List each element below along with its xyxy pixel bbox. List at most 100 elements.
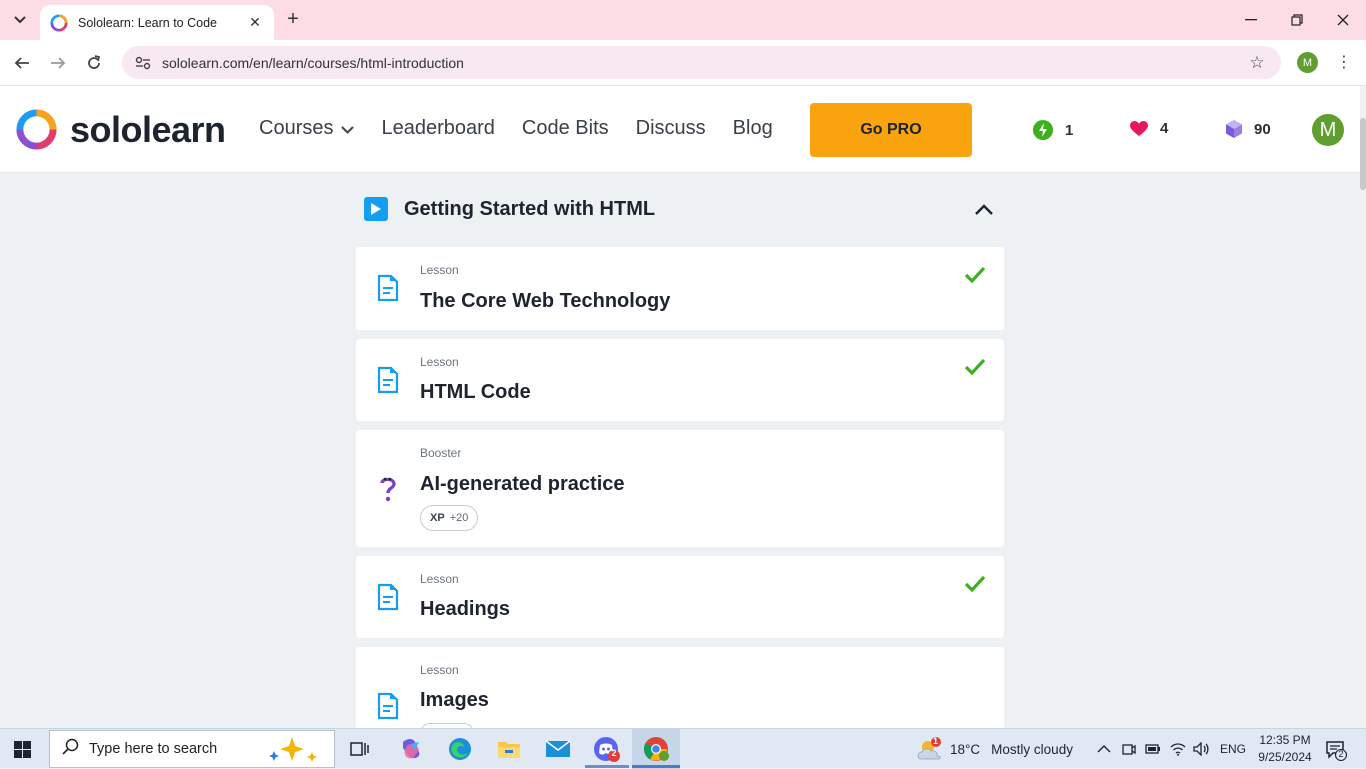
xp-badge: XP +20 [420,505,479,531]
new-tab-button[interactable]: + [282,8,304,30]
wifi-icon[interactable] [1170,729,1186,769]
page-scrollbar[interactable] [1360,86,1366,728]
main-nav: Courses Leaderboard Code Bits Discuss Bl… [259,117,800,140]
tab-title: Sololearn: Learn to Code [78,15,217,30]
weather-widget[interactable]: 1 18°C Mostly cloudy [916,729,1073,769]
lesson-icon [377,583,399,611]
back-button[interactable] [10,51,34,75]
xp-label: XP [430,512,445,524]
browser-menu-icon[interactable]: ⋮ [1334,51,1354,75]
discord-badge: 2 [611,748,617,758]
close-window-button[interactable] [1320,0,1366,40]
show-hidden-icons[interactable] [1097,729,1111,769]
discord-icon[interactable]: 2 [593,735,621,763]
check-icon [964,266,986,284]
nav-blog[interactable]: Blog [733,117,773,140]
play-icon [364,197,388,221]
taskbar-search[interactable]: Type here to search [49,730,335,768]
hearts-count: 4 [1160,120,1169,137]
xp-value: +20 [449,512,469,524]
reload-button[interactable] [82,51,106,75]
weather-cloud-icon [917,737,941,760]
bookmark-star-icon[interactable]: ☆ [1245,53,1269,73]
card-title: The Core Web Technology [420,290,671,312]
nav-leaderboard[interactable]: Leaderboard [381,117,494,140]
taskbar-clock[interactable]: 12:35 PM 9/25/2024 [1255,732,1315,766]
weather-desc: Mostly cloudy [991,741,1073,757]
nav-code-bits[interactable]: Code Bits [522,117,609,140]
lesson-card[interactable]: Lesson Images [356,647,1004,733]
browser-tab-active[interactable]: Sololearn: Learn to Code ✕ [40,5,274,40]
go-pro-button[interactable]: Go PRO [810,103,972,157]
chrome-icon[interactable] [642,735,670,763]
module-header[interactable]: Getting Started with HTML [356,186,1004,232]
mail-icon[interactable] [544,735,572,763]
booster-card[interactable]: Booster AI-generated practice XP +20 [356,430,1004,547]
input-language[interactable]: ENG [1220,729,1246,769]
gems-counter[interactable]: 90 [1226,120,1271,138]
lesson-icon [377,366,399,394]
notification-center-icon[interactable]: 2 [1325,739,1348,762]
notification-count: 2 [1338,749,1344,759]
site-settings-icon[interactable] [134,54,152,72]
windows-start-icon[interactable] [14,741,31,758]
module-title: Getting Started with HTML [404,197,656,220]
user-avatar[interactable]: M [1312,114,1344,146]
minimize-button[interactable] [1228,0,1274,40]
check-icon [964,358,986,376]
card-kind: Booster [420,446,462,460]
browser-tabstrip: Sololearn: Learn to Code ✕ + [0,0,1366,40]
card-kind: Lesson [420,355,459,369]
lesson-card[interactable]: Lesson Headings [356,556,1004,638]
tab-search-button[interactable] [6,6,34,34]
question-icon [380,477,396,502]
scrollbar-thumb[interactable] [1360,118,1366,190]
battery-icon[interactable] [1145,729,1161,769]
meet-now-icon[interactable] [1122,729,1136,769]
streak-counter[interactable]: 1 [1033,120,1073,140]
card-title: AI-generated practice [420,473,625,495]
card-title: HTML Code [420,381,531,403]
sololearn-favicon [50,13,68,32]
copilot-sparkle-icon [269,737,317,762]
lesson-icon [377,692,399,720]
logo-text: sololearn [70,108,226,150]
volume-icon[interactable] [1193,729,1209,769]
search-placeholder: Type here to search [89,741,218,757]
heart-icon [1130,120,1148,136]
gem-icon [1226,120,1242,138]
search-icon [62,738,79,760]
streak-count: 1 [1065,121,1074,139]
address-bar[interactable]: sololearn.com/en/learn/courses/html-intr… [122,46,1281,79]
lesson-card[interactable]: Lesson The Core Web Technology [356,247,1004,330]
chevron-down-icon [341,121,355,137]
card-title: Headings [420,598,511,620]
lesson-card[interactable]: Lesson HTML Code [356,339,1004,421]
clock-time: 12:35 PM [1259,733,1311,747]
tab-close-icon[interactable]: ✕ [246,14,264,31]
nav-discuss[interactable]: Discuss [636,117,706,140]
edge-browser-icon[interactable] [446,735,474,763]
nav-courses-label: Courses [259,117,334,139]
file-explorer-icon[interactable] [495,735,523,763]
weather-badge: 1 [933,736,939,746]
task-view-icon[interactable] [346,735,374,763]
restore-button[interactable] [1274,0,1320,40]
lesson-icon [377,274,399,302]
nav-courses[interactable]: Courses [259,117,355,140]
check-icon [964,575,986,593]
browser-profile-avatar[interactable]: M [1297,52,1318,73]
sololearn-logo-icon [16,109,57,150]
lightning-icon [1033,120,1053,140]
gems-count: 90 [1254,120,1271,138]
url-text: sololearn.com/en/learn/courses/html-intr… [162,54,464,71]
card-kind: Lesson [420,572,459,586]
clock-date: 9/25/2024 [1258,750,1312,764]
chevron-up-icon[interactable] [972,197,996,221]
forward-button[interactable] [46,51,70,75]
windows-taskbar: Type here to search 2 1 18°C Mostly clou… [0,728,1366,769]
hearts-counter[interactable]: 4 [1130,120,1168,137]
copilot-icon[interactable] [397,735,425,763]
chevron-up-icon [1097,745,1111,753]
sololearn-logo[interactable]: sololearn [15,108,226,151]
